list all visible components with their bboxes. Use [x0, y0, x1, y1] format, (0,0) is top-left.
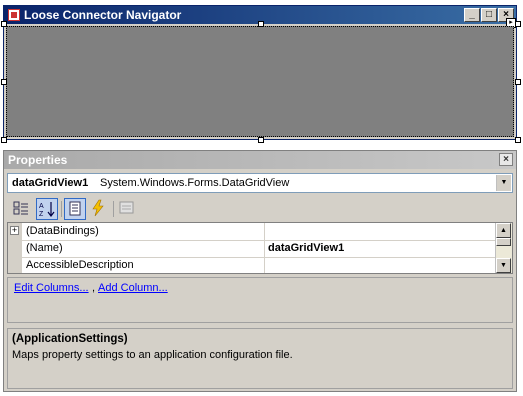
- property-row-databindings[interactable]: + (DataBindings): [8, 223, 496, 241]
- chevron-down-icon[interactable]: ▼: [496, 175, 511, 191]
- toolbar-separator: [113, 201, 114, 217]
- description-pane: (ApplicationSettings) Maps property sett…: [7, 328, 513, 389]
- property-name: AccessibleDescription: [26, 259, 134, 271]
- properties-toolbar: A Z: [7, 197, 513, 221]
- edit-columns-link[interactable]: Edit Columns...: [14, 282, 89, 294]
- command-separator: ,: [92, 282, 96, 294]
- minimize-button[interactable]: _: [464, 8, 480, 22]
- scroll-down-icon[interactable]: ▼: [496, 258, 511, 273]
- vertical-scrollbar[interactable]: ▲ ▼: [495, 223, 512, 273]
- property-row-accessible-description[interactable]: AccessibleDescription: [8, 257, 496, 273]
- object-selector[interactable]: dataGridView1 System.Windows.Forms.DataG…: [7, 173, 513, 193]
- datagridview-control[interactable]: [6, 26, 514, 137]
- properties-title: Properties: [8, 153, 68, 167]
- property-value[interactable]: dataGridView1: [268, 242, 496, 254]
- resize-handle-top-right[interactable]: [515, 21, 521, 27]
- properties-header: Properties ×: [4, 151, 516, 169]
- column-divider[interactable]: [264, 223, 265, 240]
- description-text: Maps property settings to an application…: [12, 349, 293, 361]
- object-type: System.Windows.Forms.DataGridView: [100, 177, 290, 189]
- column-divider[interactable]: [264, 240, 265, 257]
- commands-pane: Edit Columns... , Add Column...: [7, 277, 513, 323]
- resize-handle-right[interactable]: [515, 79, 521, 85]
- resize-handle-bottom-right[interactable]: [515, 137, 521, 143]
- events-icon[interactable]: [88, 198, 110, 220]
- property-name: (Name): [26, 242, 63, 254]
- resize-handle-bottom-left[interactable]: [1, 137, 7, 143]
- property-name: (DataBindings): [26, 225, 99, 237]
- property-row-name[interactable]: (Name) dataGridView1: [8, 240, 496, 258]
- expand-icon[interactable]: +: [10, 226, 19, 235]
- resize-handle-bottom[interactable]: [258, 137, 264, 143]
- form-title: Loose Connector Navigator: [24, 8, 182, 22]
- resize-handle-left[interactable]: [1, 79, 7, 85]
- description-title: (ApplicationSettings): [12, 333, 128, 345]
- properties-close-button[interactable]: ×: [499, 153, 513, 166]
- form-icon: [8, 9, 20, 21]
- resize-handle-top-left[interactable]: [1, 21, 7, 27]
- properties-icon[interactable]: [64, 198, 86, 220]
- svg-text:Z: Z: [39, 211, 44, 218]
- svg-text:A: A: [39, 203, 44, 210]
- alphabetical-icon[interactable]: A Z: [36, 198, 58, 220]
- scroll-thumb[interactable]: [496, 238, 511, 246]
- maximize-button[interactable]: □: [481, 8, 497, 22]
- scroll-up-icon[interactable]: ▲: [496, 223, 511, 238]
- toolbar-separator: [61, 201, 62, 217]
- object-name: dataGridView1: [12, 177, 89, 189]
- property-pages-icon[interactable]: [116, 198, 138, 220]
- resize-handle-top[interactable]: [258, 21, 264, 27]
- property-grid[interactable]: + (DataBindings) (Name) dataGridView1 Ac…: [7, 222, 513, 274]
- properties-window: Properties × dataGridView1 System.Window…: [3, 150, 517, 392]
- add-column-link[interactable]: Add Column...: [98, 282, 168, 294]
- categorized-icon[interactable]: [11, 198, 33, 220]
- column-divider[interactable]: [264, 257, 265, 273]
